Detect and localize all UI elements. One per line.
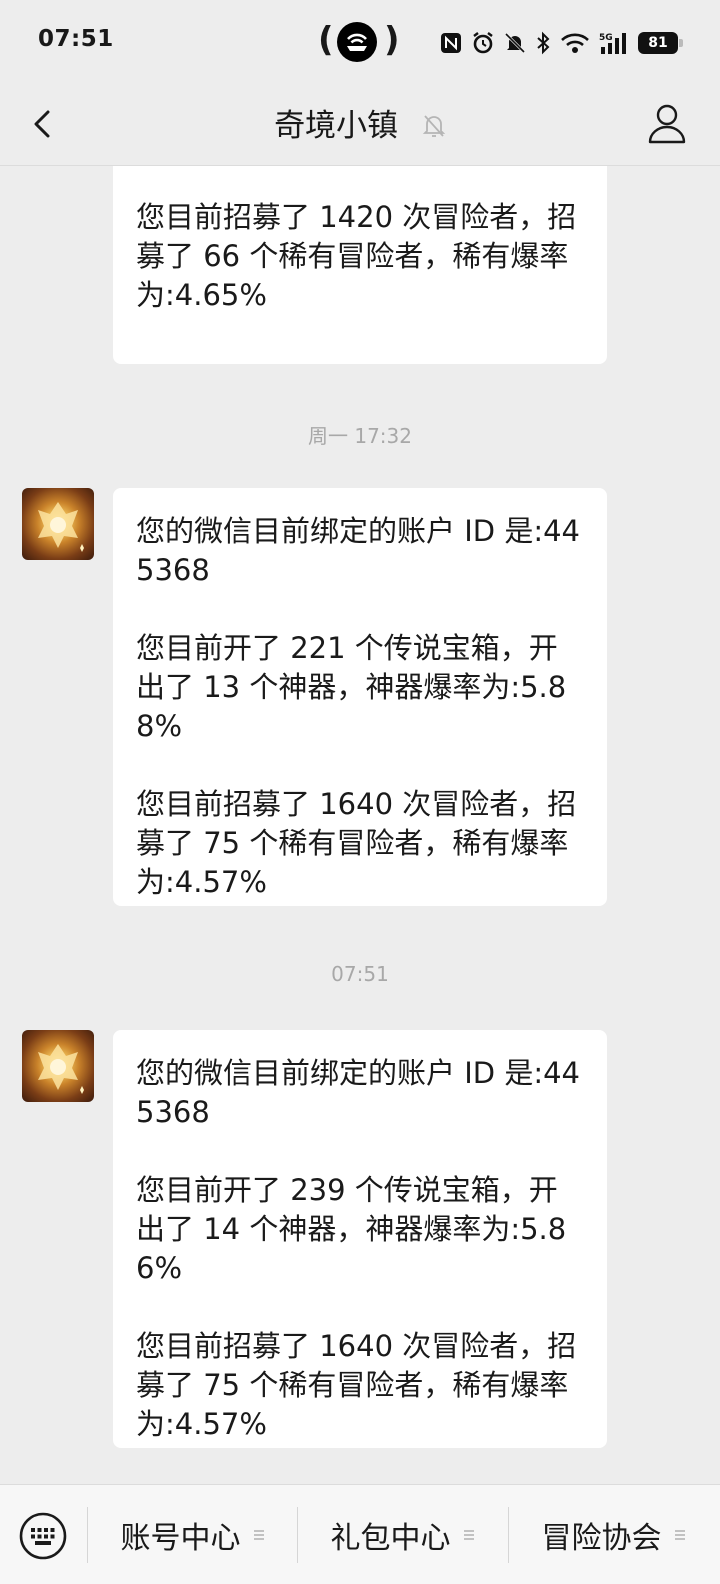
keyboard-toggle-button[interactable]: [18, 1511, 68, 1561]
message-timestamp: 07:51: [331, 962, 389, 986]
battery-icon: 81: [638, 32, 683, 54]
chat-header: 奇境小镇: [0, 84, 720, 166]
hotspot-icon: [337, 22, 377, 62]
paren-right-glyph: ): [384, 20, 400, 60]
menu-item-account-center[interactable]: 账号中心: [88, 1485, 297, 1584]
menu-item-label: 账号中心: [120, 1521, 241, 1556]
avatar[interactable]: [22, 1030, 94, 1102]
official-account-menu: 账号中心 礼包中心 冒险协会: [0, 1484, 720, 1584]
keyboard-icon: [19, 1512, 67, 1560]
message-bubble[interactable]: 您的微信目前绑定的账户 ID 是:445368 您目前开了 221 个传说宝箱，…: [113, 488, 607, 906]
message-bubble[interactable]: 您目前招募了 1420 次冒险者，招募了 66 个稀有冒险者，稀有爆率为:4.6…: [113, 166, 607, 364]
nfc-icon: [441, 33, 461, 53]
message-list[interactable]: 您目前招募了 1420 次冒险者，招募了 66 个稀有冒险者，稀有爆率为:4.6…: [0, 166, 720, 1484]
menu-lines-icon: [674, 1530, 685, 1540]
bell-off-icon: [422, 114, 446, 137]
svg-text:5G: 5G: [599, 33, 613, 43]
menu-item-label: 冒险协会: [541, 1521, 662, 1556]
message-text: 您目前开了 239 个传说宝箱，开出了 14 个神器，神器爆率为:5.86%: [136, 1173, 567, 1285]
message-bubble[interactable]: 您的微信目前绑定的账户 ID 是:445368 您目前开了 239 个传说宝箱，…: [113, 1030, 607, 1448]
message-text: 您目前招募了 1420 次冒险者，招募了 66 个稀有冒险者，稀有爆率为:4.6…: [136, 200, 577, 312]
menu-lines-icon: [253, 1530, 264, 1540]
menu-item-adventure-guild[interactable]: 冒险协会: [509, 1485, 718, 1584]
message-timestamp: 周一 17:32: [308, 424, 412, 448]
menu-item-gift-center[interactable]: 礼包中心: [298, 1485, 507, 1584]
chat-title: 奇境小镇: [0, 104, 720, 146]
wifi-icon: [561, 33, 589, 53]
message-text: 您目前开了 221 个传说宝箱，开出了 13 个神器，神器爆率为:5.88%: [136, 631, 567, 743]
golden-crest-icon: [38, 502, 84, 552]
paren-left-glyph: (: [318, 20, 334, 60]
chat-info-button[interactable]: [646, 102, 688, 146]
hotspot-indicator: ( ): [318, 20, 400, 64]
avatar[interactable]: [22, 488, 94, 560]
chat-title-text: 奇境小镇: [274, 107, 399, 144]
message-text: 您目前招募了 1640 次冒险者，招募了 75 个稀有冒险者，稀有爆率为:4.5…: [136, 1329, 577, 1441]
message-text: 您的微信目前绑定的账户 ID 是:445368: [136, 514, 580, 587]
menu-item-label: 礼包中心: [330, 1521, 451, 1556]
bluetooth-icon: [537, 31, 550, 55]
message-text: 您目前招募了 1640 次冒险者，招募了 75 个稀有冒险者，稀有爆率为:4.5…: [136, 787, 577, 899]
status-bar: 07:51 ( ) 5G 81: [0, 0, 720, 84]
golden-crest-icon: [38, 1044, 84, 1094]
menu-lines-icon: [463, 1530, 474, 1540]
alarm-icon: [473, 32, 493, 54]
person-icon: [648, 104, 686, 144]
status-icons: 5G 81: [440, 26, 683, 60]
5g-signal-icon: 5G: [599, 33, 626, 54]
status-time: 07:51: [38, 26, 114, 52]
mute-icon: [504, 32, 526, 54]
message-text: 您的微信目前绑定的账户 ID 是:445368: [136, 1056, 580, 1129]
